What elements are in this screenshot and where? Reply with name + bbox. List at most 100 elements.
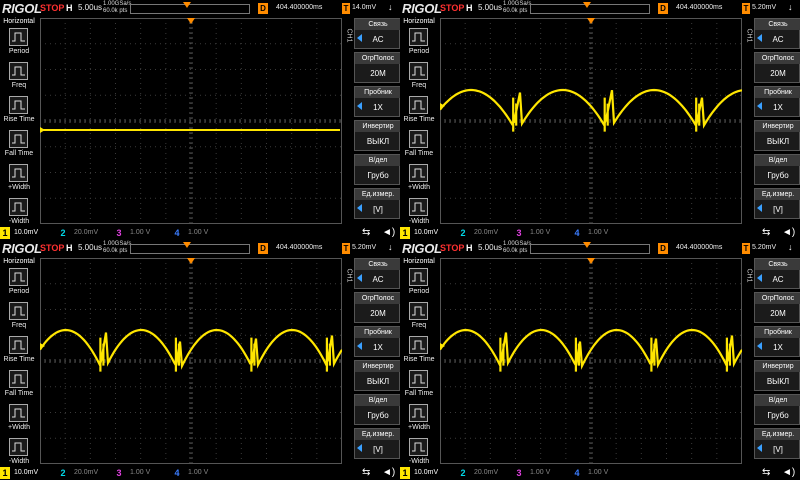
waveform-screen[interactable]: [439, 17, 743, 224]
channel-setting-3[interactable]: Пробник 1X: [354, 86, 400, 117]
sample-rate: 1.00GSa/s: [103, 1, 132, 7]
measure-item-label: Freq: [411, 82, 427, 89]
channel-3-chip[interactable]: 3: [114, 467, 124, 479]
channel-4-chip[interactable]: 4: [172, 227, 182, 239]
channel-1-waveform: [439, 88, 743, 132]
channel-3-chip[interactable]: 3: [114, 227, 124, 239]
measure-item-freq[interactable]: Freq: [0, 302, 38, 336]
measure-item--width[interactable]: +Width: [0, 164, 38, 198]
channel-2-chip[interactable]: 2: [458, 467, 468, 479]
channel-1-chip[interactable]: 1: [400, 467, 410, 479]
channel-setting-2[interactable]: ОгрПолос 20M: [754, 292, 800, 323]
trigger-chip: T: [342, 3, 350, 14]
trigger-position-marker: [187, 18, 195, 24]
setting-title: Ед.измер.: [355, 189, 400, 200]
measure-item-fall-time[interactable]: Fall Time: [400, 130, 438, 164]
channel-setting-2[interactable]: ОгрПолос 20M: [354, 292, 400, 323]
measure-item-period[interactable]: Period: [0, 268, 38, 302]
channel-setting-1[interactable]: Связь AC: [354, 18, 400, 49]
setting-value: ВЫКЛ: [766, 377, 790, 386]
channel-status-bar: ⇆ ◄) 1 10.0mV 2 20.0mV 3 1.00 V 4 1.00 V: [400, 226, 800, 240]
channel-setting-5[interactable]: В/дел Грубо: [354, 154, 400, 185]
measure-item-label: +Width: [408, 424, 430, 431]
waveform-screen[interactable]: [439, 257, 743, 464]
run-state[interactable]: STOP: [40, 3, 64, 13]
setting-value: ВЫКЛ: [766, 137, 790, 146]
channel-4-chip[interactable]: 4: [172, 467, 182, 479]
negative-width-icon: [9, 438, 28, 456]
measure-item-freq[interactable]: Freq: [400, 62, 438, 96]
channel-setting-3[interactable]: Пробник 1X: [754, 326, 800, 357]
measure-item-rise-time[interactable]: Rise Time: [0, 96, 38, 130]
channel-setting-2[interactable]: ОгрПолос 20M: [754, 52, 800, 83]
channel-setting-3[interactable]: Пробник 1X: [754, 86, 800, 117]
measure-item--width[interactable]: +Width: [0, 404, 38, 438]
channel-2-chip[interactable]: 2: [458, 227, 468, 239]
oscilloscope-grid: RIGOL STOP H 5.00us 1.00GSa/s 60.0k pts …: [0, 0, 800, 480]
positive-width-icon: [9, 404, 28, 422]
channel-setting-6[interactable]: Ед.измер. [V]: [354, 428, 400, 459]
waveform-screen[interactable]: [39, 257, 343, 464]
trigger-edge-icon: ↓: [788, 242, 793, 252]
setting-title: Связь: [355, 19, 400, 30]
measure-item-period[interactable]: Period: [400, 268, 438, 302]
run-state[interactable]: STOP: [440, 243, 464, 253]
channel-setting-6[interactable]: Ед.измер. [V]: [754, 188, 800, 219]
measure-item--width[interactable]: +Width: [400, 164, 438, 198]
channel-setting-4[interactable]: Инвертир ВЫКЛ: [354, 360, 400, 391]
channel-setting-3[interactable]: Пробник 1X: [354, 326, 400, 357]
channel-2-chip[interactable]: 2: [58, 467, 68, 479]
channel-4-chip[interactable]: 4: [572, 227, 582, 239]
trigger-edge-icon: ↓: [788, 2, 793, 12]
channel-setting-2[interactable]: ОгрПолос 20M: [354, 52, 400, 83]
waveform-screen[interactable]: [39, 17, 342, 224]
channel-1-chip[interactable]: 1: [400, 227, 410, 239]
channel-setting-5[interactable]: В/дел Грубо: [754, 394, 800, 425]
channel-setting-6[interactable]: Ед.измер. [V]: [754, 428, 800, 459]
channel-setting-6[interactable]: Ед.измер. [V]: [354, 188, 400, 219]
fall-time-icon: [409, 370, 428, 388]
measure-item-period[interactable]: Period: [0, 28, 38, 62]
trigger-chip: T: [342, 243, 350, 254]
channel-1-chip[interactable]: 1: [0, 467, 10, 479]
sample-info: 1.00GSa/s 60.0k pts: [103, 1, 131, 15]
scope-panel-3: RIGOL STOP H 5.00us 1.00GSa/s 60.0k pts …: [0, 240, 400, 480]
measure-item-fall-time[interactable]: Fall Time: [400, 370, 438, 404]
channel-setting-4[interactable]: Инвертир ВЫКЛ: [754, 120, 800, 151]
channel-setting-1[interactable]: Связь AC: [754, 258, 800, 289]
memory-depth: 60.0k pts: [503, 8, 528, 14]
measure-item-fall-time[interactable]: Fall Time: [0, 370, 38, 404]
channel-setting-5[interactable]: В/дел Грубо: [754, 154, 800, 185]
horizontal-chip: H: [466, 3, 473, 13]
measure-item-freq[interactable]: Freq: [400, 302, 438, 336]
measure-item-freq[interactable]: Freq: [0, 62, 38, 96]
channel-3-chip[interactable]: 3: [514, 227, 524, 239]
sample-info: 1.00GSa/s 60.0k pts: [503, 1, 531, 15]
trigger-level: 14.0mV: [352, 4, 377, 11]
channel-2-chip[interactable]: 2: [58, 227, 68, 239]
measure-item-rise-time[interactable]: Rise Time: [400, 96, 438, 130]
run-state[interactable]: STOP: [40, 243, 64, 253]
channel-setting-1[interactable]: Связь AC: [354, 258, 400, 289]
channel-3-scale: 1.00 V: [530, 469, 551, 476]
channel-setting-1[interactable]: Связь AC: [754, 18, 800, 49]
measure-item-fall-time[interactable]: Fall Time: [0, 130, 38, 164]
measure-item-rise-time[interactable]: Rise Time: [400, 336, 438, 370]
channel-4-chip[interactable]: 4: [572, 467, 582, 479]
channel-4-scale: 1.00 V: [588, 229, 609, 236]
channel-4-scale: 1.00 V: [588, 469, 609, 476]
channel-setting-4[interactable]: Инвертир ВЫКЛ: [754, 360, 800, 391]
channel-3-chip[interactable]: 3: [514, 467, 524, 479]
brand-logo: RIGOL: [402, 241, 442, 256]
run-state[interactable]: STOP: [440, 3, 464, 13]
measure-item--width[interactable]: +Width: [400, 404, 438, 438]
setting-title: Инвертир: [755, 121, 800, 132]
rise-time-icon: [409, 336, 428, 354]
setting-title: Инвертир: [755, 361, 800, 372]
channel-1-chip[interactable]: 1: [0, 227, 10, 239]
channel-setting-4[interactable]: Инвертир ВЫКЛ: [354, 120, 400, 151]
delay-chip: D: [258, 243, 268, 254]
measure-item-rise-time[interactable]: Rise Time: [0, 336, 38, 370]
channel-setting-5[interactable]: В/дел Грубо: [354, 394, 400, 425]
measure-item-period[interactable]: Period: [400, 28, 438, 62]
